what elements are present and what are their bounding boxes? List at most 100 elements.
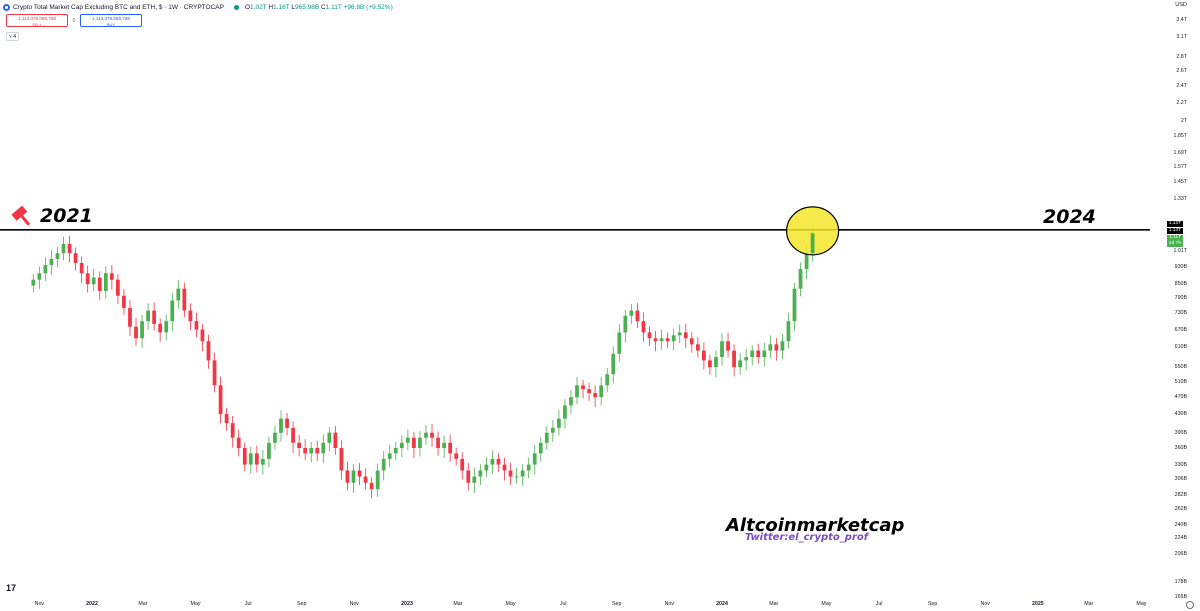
x-tick-label: Sep xyxy=(927,601,938,607)
chevron-down-icon: ˅ xyxy=(8,34,12,40)
candle-body xyxy=(97,277,102,292)
candle-body xyxy=(212,360,217,386)
candle-body xyxy=(587,389,591,394)
candle-body xyxy=(472,476,477,483)
y-tick-label: 262B xyxy=(1174,505,1187,512)
x-tick-label: 2022 xyxy=(86,601,98,607)
candle-body xyxy=(617,332,622,354)
candle-body xyxy=(460,458,465,471)
candle-body xyxy=(611,353,616,375)
candle-body xyxy=(273,432,277,443)
candle-body xyxy=(774,344,779,351)
candle-body xyxy=(502,464,507,471)
x-tick-label: Nov xyxy=(34,601,45,607)
candle-body xyxy=(393,448,398,454)
candle-body xyxy=(49,258,54,265)
candle-body xyxy=(55,253,60,259)
sell-button[interactable]: 1,113,378,096,768 SELL xyxy=(6,14,68,27)
candle-body xyxy=(236,437,241,448)
indicators-toggle[interactable]: ˅ 4 xyxy=(6,32,19,41)
y-tick-label: 3.1T xyxy=(1176,34,1187,41)
candle-body xyxy=(671,335,676,342)
y-tick-label: 510B xyxy=(1174,378,1187,385)
candle-body xyxy=(61,243,66,254)
candle-body xyxy=(91,277,96,285)
candle-body xyxy=(345,470,350,483)
y-tick-label: 1.69T xyxy=(1173,150,1187,157)
x-tick-label: May xyxy=(190,601,201,607)
candle-body xyxy=(103,273,108,292)
candle-body xyxy=(170,300,175,322)
candle-body xyxy=(242,448,247,465)
y-tick-label: 670B xyxy=(1174,326,1187,333)
tradingview-logo-icon[interactable]: 17 xyxy=(6,583,16,593)
ohlc-change: +96.8B (+9.52%) xyxy=(343,3,393,11)
ohlc-value: 1.11T xyxy=(325,3,342,11)
y-tick-label: 1.45T xyxy=(1173,179,1187,186)
chart-area[interactable]: Crypto Total Market Cap Excluding BTC an… xyxy=(0,0,1200,611)
buy-button[interactable]: 1,113,378,096,768 BUY xyxy=(80,14,142,27)
candle-body xyxy=(436,437,440,448)
candle-body xyxy=(714,357,718,368)
candle-body xyxy=(381,458,386,471)
bar-countdown-tag: 2d 7h xyxy=(1166,240,1183,247)
price-axis[interactable]: USD 3.4T 3.1T 2.8T 2.6T 2.4T 2.2T 2T 1.85T 1.69T… xyxy=(1160,0,1200,600)
x-tick-label: Sep xyxy=(296,601,307,607)
candle-body xyxy=(641,321,646,333)
y-tick-label: 178B xyxy=(1174,579,1187,586)
price-chart[interactable] xyxy=(0,0,1160,596)
ohlc-values: O1.02T H1.16T L965.98B C1.11T +96.8B (+9… xyxy=(245,4,393,11)
y-tick-label: 206B xyxy=(1174,551,1187,558)
candle-body xyxy=(520,470,525,477)
candle-body xyxy=(726,341,730,351)
y-tick-label: 1.33T xyxy=(1173,195,1187,202)
candle-body xyxy=(254,453,259,465)
x-tick-label: 2024 xyxy=(716,601,728,607)
gear-icon[interactable] xyxy=(1186,601,1194,609)
candle-body xyxy=(134,326,138,339)
candle-body xyxy=(550,427,555,433)
currency-label[interactable]: USD xyxy=(1175,2,1187,8)
candle-body xyxy=(152,310,157,324)
candle-body xyxy=(357,470,362,477)
candle-body xyxy=(647,332,652,339)
y-tick-label: 930B xyxy=(1174,264,1187,270)
line-price-tag: 1.13T xyxy=(1166,220,1183,227)
candle-body xyxy=(484,464,489,471)
candle-body xyxy=(532,453,537,465)
x-tick-label: Nov xyxy=(664,601,675,607)
candle-body xyxy=(176,288,181,301)
candle-body xyxy=(635,310,640,322)
candle-body xyxy=(454,453,459,459)
candle-body xyxy=(333,432,338,448)
candle-body xyxy=(780,341,785,351)
spread-value: 0 xyxy=(72,17,76,24)
candle-body xyxy=(309,448,314,454)
candle-body xyxy=(224,414,229,424)
candle-body xyxy=(67,243,72,254)
y-tick-label: 282B xyxy=(1174,491,1187,498)
candle-body xyxy=(303,448,308,454)
candle-body xyxy=(720,341,724,358)
candle-body xyxy=(261,458,265,465)
symbol-title[interactable]: Crypto Total Market Cap Excluding BTC an… xyxy=(13,4,224,11)
x-tick-label: 2025 xyxy=(1031,601,1044,607)
candle-body xyxy=(158,323,163,333)
candle-body xyxy=(768,344,773,351)
candle-body xyxy=(695,344,700,351)
candle-body xyxy=(109,273,114,280)
candle-body xyxy=(200,329,205,342)
candle-body xyxy=(194,321,199,330)
candle-body xyxy=(430,432,434,438)
candle-body xyxy=(399,442,404,448)
candle-body xyxy=(466,470,471,483)
gavel-handle xyxy=(20,215,31,226)
y-tick-label: 1.57T xyxy=(1173,164,1187,171)
indicators-count: 4 xyxy=(13,34,17,40)
candle-body xyxy=(581,385,585,390)
candle-body xyxy=(31,279,36,286)
x-tick-label: May xyxy=(821,601,832,607)
candle-body-last xyxy=(810,233,815,254)
candle-body xyxy=(285,418,289,428)
y-tick-label: 1.01T xyxy=(1173,248,1187,255)
